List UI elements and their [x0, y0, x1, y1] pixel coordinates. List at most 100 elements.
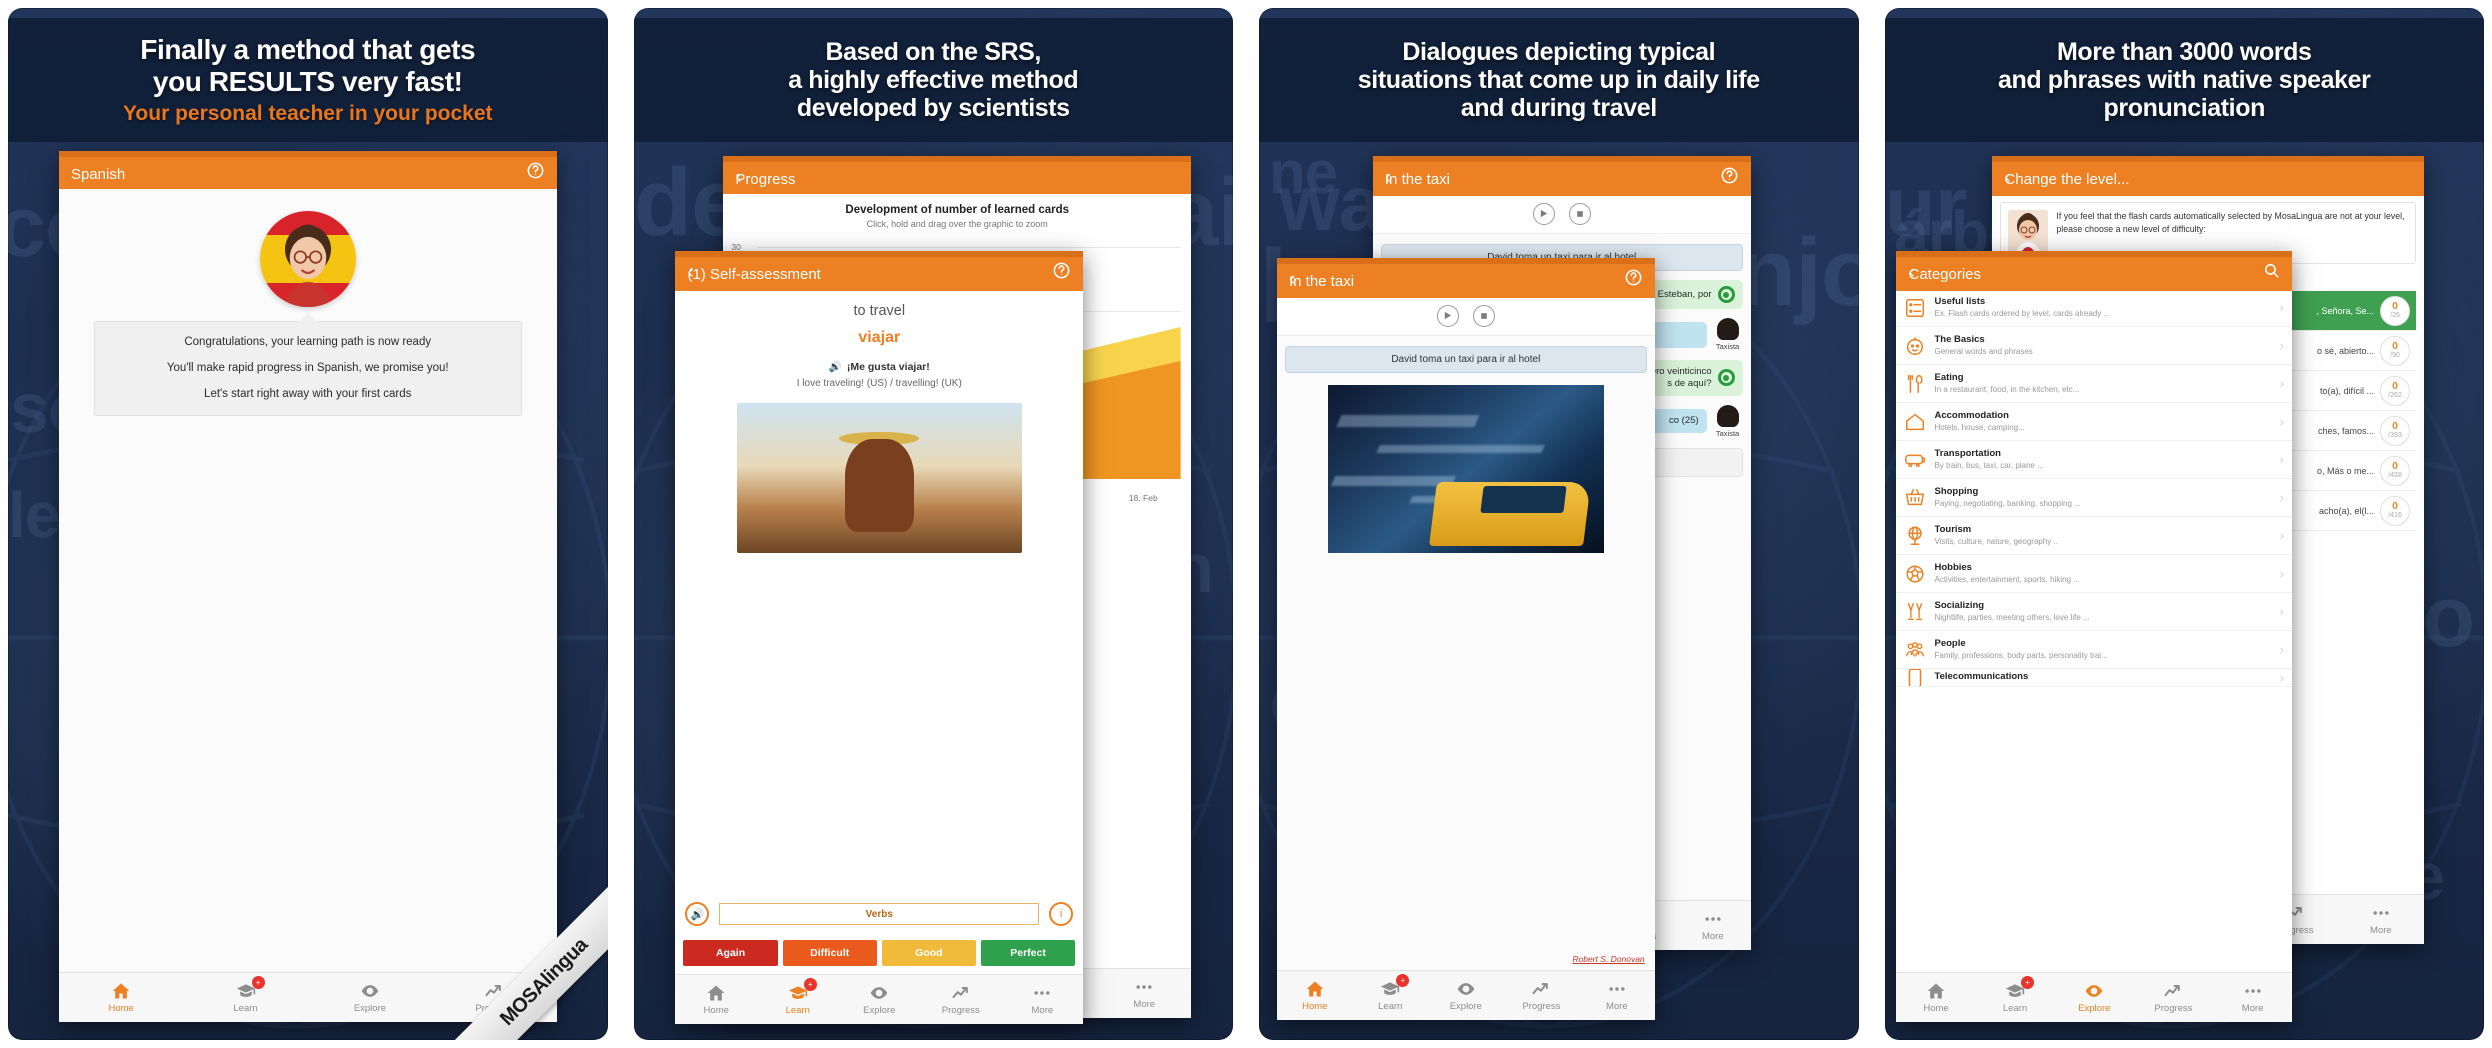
- nav-label: More: [1606, 1001, 1628, 1012]
- category-title: Socializing: [1934, 600, 1985, 611]
- nav-item-more[interactable]: More: [1579, 979, 1655, 1012]
- nav-label: Home: [703, 1005, 729, 1016]
- notification-badge: +: [251, 976, 265, 989]
- nav-label: Learn: [233, 1003, 258, 1014]
- stop-icon[interactable]: [1568, 202, 1591, 225]
- counter-value: 0: [2392, 501, 2398, 512]
- nav-label: Learn: [785, 1005, 810, 1016]
- level-counter: 0 /26: [2380, 295, 2411, 326]
- category-subtitle: By train, bus, taxi, car, plane ...: [1934, 460, 2044, 470]
- info-icon[interactable]: i: [1049, 902, 1074, 926]
- nav-item-more[interactable]: More: [1002, 983, 1084, 1016]
- question-mark-icon[interactable]: [526, 161, 545, 184]
- flashcard-body: to travel viajar 🔊 ¡Me gusta viajar! I l…: [675, 289, 1084, 934]
- nav-label: Home: [108, 1003, 134, 1014]
- chevron-left-icon[interactable]: ‹: [2004, 168, 2010, 187]
- rating-good-button[interactable]: Good: [881, 940, 976, 966]
- nav-item-home[interactable]: Home: [59, 981, 183, 1014]
- nav-item-explore[interactable]: Explore: [839, 983, 921, 1016]
- category-subtitle: In a restaurant, food, in the kitchen, e…: [1934, 384, 2080, 394]
- category-item-eating[interactable]: Eating In a restaurant, food, in the kit…: [1896, 365, 2293, 403]
- speaker-avatar: Taxista: [1713, 404, 1743, 438]
- category-item-telecommunications[interactable]: Telecommunications ›: [1896, 669, 2293, 687]
- nav-item-learn[interactable]: + Learn: [183, 976, 307, 1014]
- nav-label: More: [1701, 931, 1724, 942]
- nav-label: Home: [1923, 1003, 1949, 1014]
- home-icon: [1926, 981, 1946, 1001]
- nav-label: Learn: [1378, 1001, 1403, 1012]
- chevron-right-icon: ›: [2279, 528, 2285, 543]
- category-subtitle: Activities, entertainment, sports, hikin…: [1934, 574, 2080, 584]
- rating-perfect-button[interactable]: Perfect: [980, 940, 1076, 966]
- avatar: [2008, 210, 2049, 256]
- card-tool-row: 🔊 Verbs i: [675, 894, 1083, 934]
- rating-again-button[interactable]: Again: [683, 940, 778, 966]
- level-counter: 0 /262: [2380, 375, 2411, 406]
- nav-item-more[interactable]: More: [1675, 909, 1751, 942]
- category-title: The Basics: [1934, 334, 1985, 345]
- panel-4: ur spre árbol etto auf wie mee More than…: [1884, 8, 2484, 1040]
- nav-item-more[interactable]: More: [2213, 981, 2292, 1014]
- nav-item-explore[interactable]: Explore: [1428, 979, 1504, 1012]
- record-target-icon[interactable]: [1717, 286, 1735, 303]
- record-target-icon[interactable]: [1717, 369, 1735, 387]
- play-icon[interactable]: [1436, 304, 1459, 327]
- chevron-left-icon[interactable]: ‹: [1908, 263, 1914, 282]
- chevron-left-icon[interactable]: ‹: [687, 263, 693, 282]
- nav-item-learn[interactable]: + Learn: [757, 978, 839, 1016]
- category-title: Transportation: [1934, 448, 2001, 459]
- list-icon: [1904, 297, 1926, 319]
- speaker-icon[interactable]: 🔊: [685, 902, 710, 926]
- nav-item-explore[interactable]: Explore: [2055, 981, 2134, 1014]
- chevron-left-icon[interactable]: ‹: [735, 168, 741, 187]
- home-screen-body: Congratulations, your learning path is n…: [58, 189, 557, 972]
- nav-label: More: [2241, 1003, 2264, 1014]
- category-item-useful-lists[interactable]: Useful lists Ex. Flash cards ordered by …: [1896, 289, 2293, 327]
- search-icon[interactable]: [2263, 262, 2280, 283]
- category-item-shopping[interactable]: Shopping Paying, negotiating, banking, s…: [1896, 479, 2293, 517]
- category-text: The Basics General words and phrases: [1934, 335, 2271, 357]
- nav-item-explore[interactable]: Explore: [308, 981, 432, 1014]
- nav-item-learn[interactable]: + Learn: [1353, 974, 1429, 1012]
- panel-1: corazón amor yo nachbar so lern: [8, 8, 608, 1040]
- nav-label: More: [2370, 925, 2392, 936]
- rating-buttons: Again Difficult Good Perfect: [675, 934, 1084, 974]
- nav-item-progress[interactable]: Progress: [1504, 979, 1580, 1012]
- category-item-people[interactable]: People Family, professions, body parts, …: [1896, 631, 2293, 669]
- category-item-hobbies[interactable]: Hobbies Activities, entertainment, sport…: [1896, 555, 2293, 593]
- nav-item-home[interactable]: Home: [1277, 979, 1353, 1012]
- nav-item-learn[interactable]: + Learn: [1976, 976, 2055, 1014]
- category-text: Tourism Visits, culture, nature, geograp…: [1934, 525, 2271, 547]
- category-text: Hobbies Activities, entertainment, sport…: [1934, 563, 2271, 585]
- speaker-icon[interactable]: 🔊: [829, 360, 842, 373]
- category-item-transportation[interactable]: Transportation By train, bus, taxi, car,…: [1896, 441, 2293, 479]
- category-tag[interactable]: Verbs: [719, 903, 1040, 925]
- photo-credit[interactable]: Robert S. Donovan: [1277, 948, 1655, 970]
- category-item-accommodation[interactable]: Accommodation Hotels, house, camping... …: [1896, 403, 2293, 441]
- nav-item-home[interactable]: Home: [675, 983, 757, 1016]
- stop-icon[interactable]: [1472, 304, 1495, 327]
- level-note-text: If you feel that the flash cards automat…: [2056, 211, 2405, 234]
- level-counter: 0 /428: [2380, 455, 2411, 486]
- categories-list[interactable]: Useful lists Ex. Flash cards ordered by …: [1896, 289, 2293, 972]
- category-item-socializing[interactable]: Socializing Nightlife, parties, meeting …: [1896, 593, 2293, 631]
- nav-label: Progress: [1522, 1001, 1561, 1012]
- nav-item-more[interactable]: More: [2338, 903, 2424, 936]
- ellipsis-icon: [1032, 983, 1052, 1003]
- chevron-left-icon[interactable]: ‹: [1385, 168, 1391, 187]
- question-mark-icon[interactable]: [1052, 261, 1071, 284]
- nav-item-more[interactable]: More: [1098, 977, 1192, 1010]
- nav-label: Learn: [2003, 1003, 2028, 1014]
- category-item-tourism[interactable]: Tourism Visits, culture, nature, geograp…: [1896, 517, 2293, 555]
- rating-difficult-button[interactable]: Difficult: [782, 940, 877, 966]
- play-icon[interactable]: [1532, 202, 1555, 225]
- question-mark-icon[interactable]: [1720, 166, 1739, 189]
- chevron-left-icon[interactable]: ‹: [1289, 270, 1295, 289]
- nav-item-progress[interactable]: Progress: [920, 983, 1002, 1016]
- question-mark-icon[interactable]: [1624, 268, 1643, 291]
- nav-item-home[interactable]: Home: [1896, 981, 1975, 1014]
- nav-item-progress[interactable]: Progress: [2134, 981, 2213, 1014]
- counter-total: /428: [2388, 472, 2402, 479]
- category-item-the-basics[interactable]: The Basics General words and phrases ›: [1896, 327, 2293, 365]
- nav-label: Progress: [941, 1005, 980, 1016]
